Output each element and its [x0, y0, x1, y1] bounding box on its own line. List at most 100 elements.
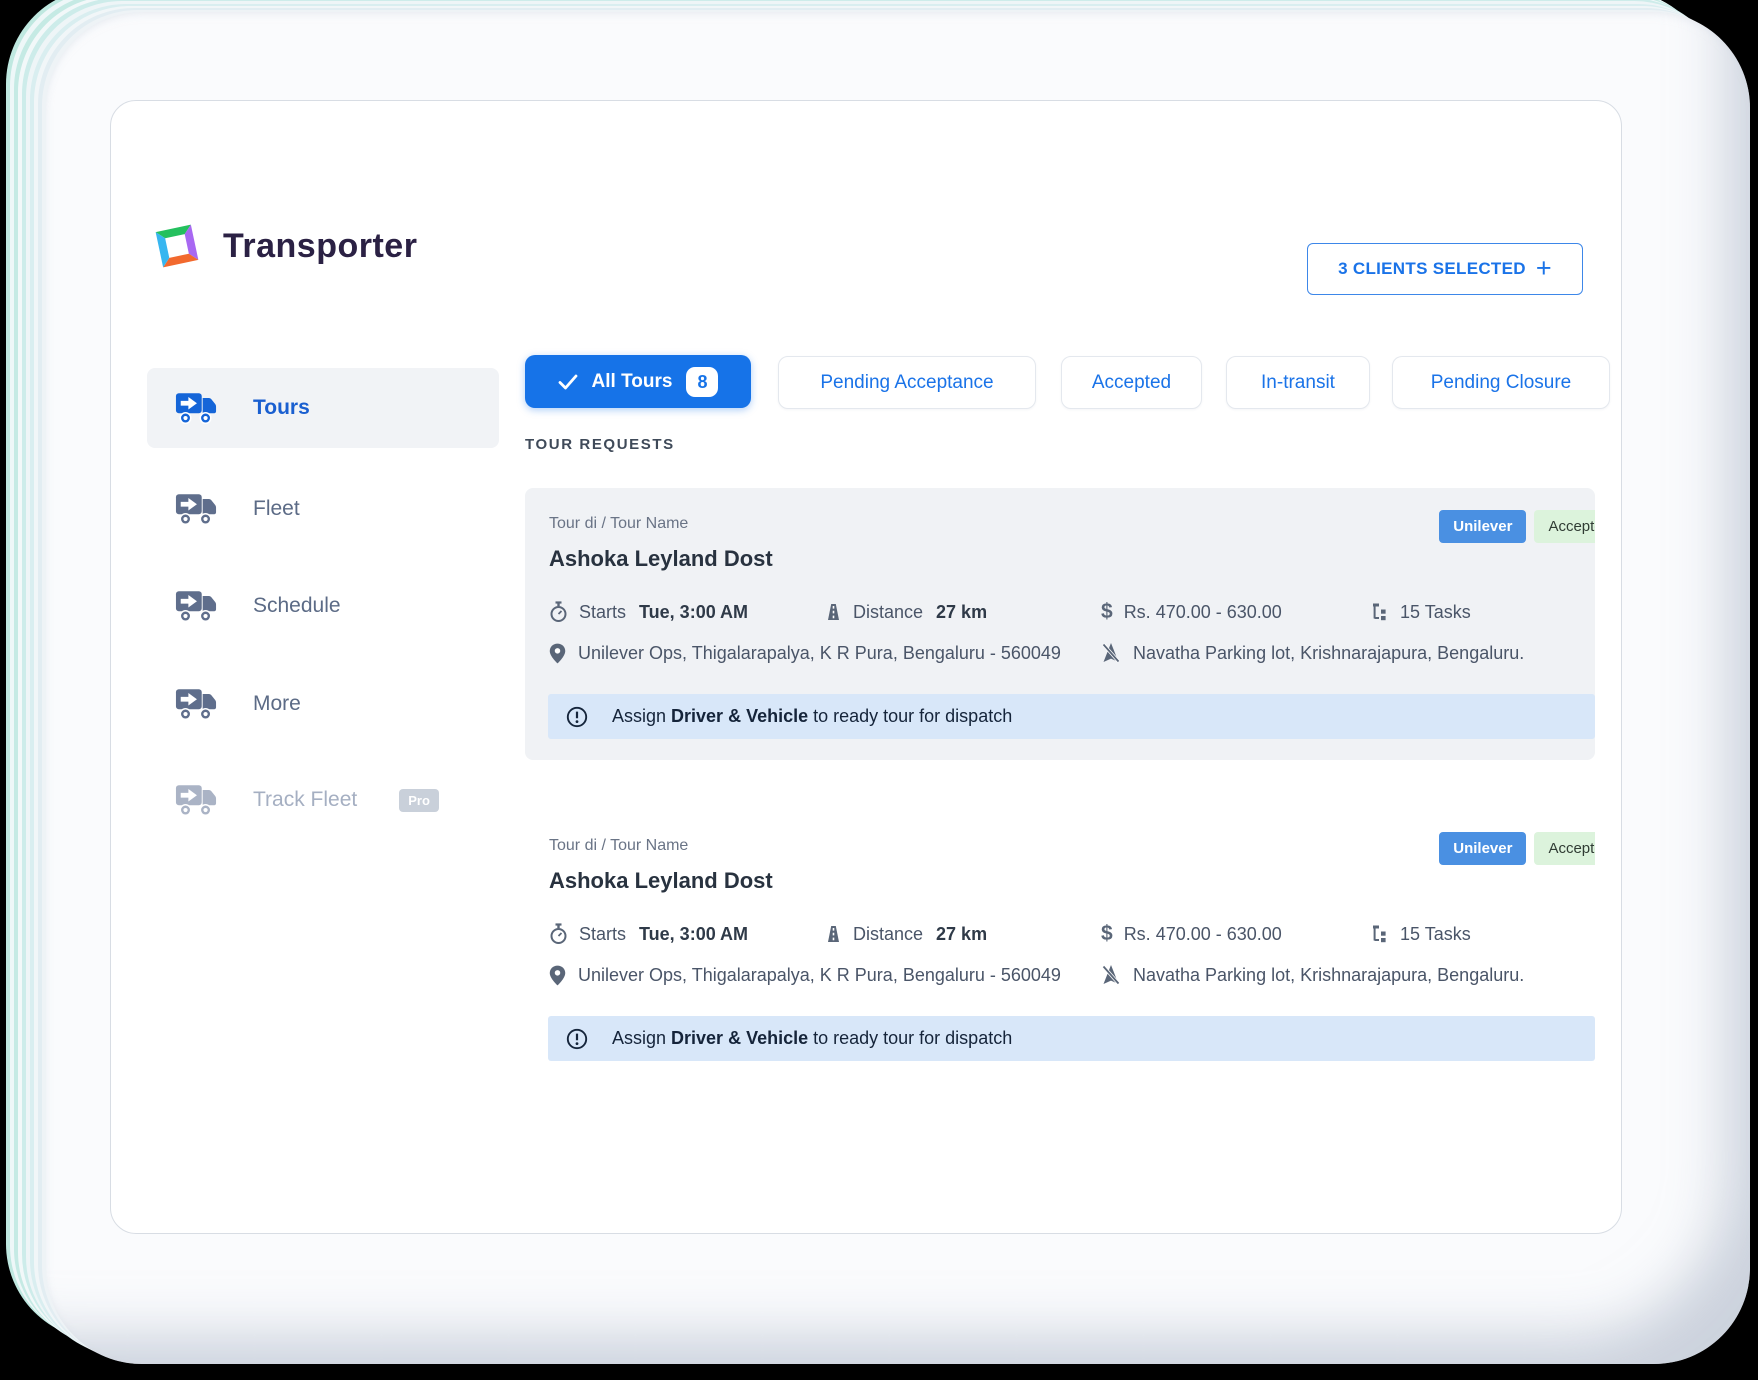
banner-bold: Driver & Vehicle — [671, 1028, 808, 1048]
starts-detail: Starts Tue, 3:00 AM — [549, 923, 825, 945]
truck-icon — [175, 392, 217, 425]
alert-icon — [566, 706, 588, 728]
location-row: Unilever Ops, Thigalarapalya, K R Pura, … — [549, 642, 1571, 664]
distance-detail: Distance 27 km — [825, 923, 1101, 945]
tab-in-transit[interactable]: In-transit — [1226, 356, 1370, 409]
location-row: Unilever Ops, Thigalarapalya, K R Pura, … — [549, 964, 1571, 986]
check-icon — [558, 374, 578, 390]
stopwatch-icon — [549, 601, 568, 623]
starts-value: Tue, 3:00 AM — [639, 601, 748, 623]
sidebar-item-fleet[interactable]: Fleet — [147, 478, 499, 540]
plus-icon: + — [1536, 255, 1552, 282]
truck-icon — [175, 493, 217, 526]
pickup-text: Unilever Ops, Thigalarapalya, K R Pura, … — [578, 964, 1061, 986]
price-value: Rs. 470.00 - 630.00 — [1124, 601, 1282, 623]
location-off-icon — [1101, 642, 1121, 664]
banner-prefix: Assign — [612, 706, 666, 726]
drop-location: Navatha Parking lot, Krishnarajapura, Be… — [1101, 642, 1524, 664]
sidebar-item-label: More — [253, 692, 301, 716]
tab-pending-closure[interactable]: Pending Closure — [1392, 356, 1610, 409]
drop-text: Navatha Parking lot, Krishnarajapura, Be… — [1133, 964, 1524, 986]
app-logo-icon — [153, 221, 201, 271]
sidebar-item-label: Fleet — [253, 497, 300, 521]
sidebar-item-track-fleet[interactable]: Track Fleet Pro — [147, 769, 499, 831]
tasks-detail: 15 Tasks — [1372, 601, 1471, 623]
starts-label: Starts — [579, 601, 626, 623]
distance-value: 27 km — [936, 601, 987, 623]
app-screen: Transporter 3 CLIENTS SELECTED + Tours — [110, 100, 1622, 1234]
distance-label: Distance — [853, 923, 923, 945]
starts-value: Tue, 3:00 AM — [639, 923, 748, 945]
tour-id-label: Tour di / Tour Name — [549, 836, 1571, 855]
tab-all-tours[interactable]: All Tours 8 — [525, 355, 751, 408]
sidebar-item-more[interactable]: More — [147, 673, 499, 735]
clients-selected-button[interactable]: 3 CLIENTS SELECTED + — [1307, 243, 1583, 295]
price-value: Rs. 470.00 - 630.00 — [1124, 923, 1282, 945]
assign-banner: AssignDriver & Vehicleto ready tour for … — [548, 694, 1595, 739]
tour-name: Ashoka Leyland Dost — [549, 868, 1571, 894]
sidebar-item-label: Track Fleet — [253, 788, 357, 812]
assign-banner: AssignDriver & Vehicleto ready tour for … — [548, 1016, 1595, 1061]
banner-bold: Driver & Vehicle — [671, 706, 808, 726]
banner-suffix: to ready tour for dispatch — [813, 706, 1012, 726]
tasks-value: 15 Tasks — [1400, 923, 1471, 945]
price-detail: $ Rs. 470.00 - 630.00 — [1101, 601, 1372, 623]
tour-name: Ashoka Leyland Dost — [549, 546, 1571, 572]
section-title: TOUR REQUESTS — [525, 436, 675, 453]
sidebar-item-label: Tours — [253, 396, 310, 420]
clients-selected-label: 3 CLIENTS SELECTED — [1338, 259, 1526, 279]
tab-accepted[interactable]: Accepted — [1061, 356, 1202, 409]
tab-label: All Tours — [592, 371, 673, 393]
detail-row: Starts Tue, 3:00 AM Distance 27 km $ Rs.… — [549, 923, 1571, 945]
currency-icon: $ — [1101, 923, 1113, 945]
status-badge: Accepted — [1534, 510, 1595, 543]
map-pin-icon — [549, 965, 566, 986]
distance-value: 27 km — [936, 923, 987, 945]
starts-detail: Starts Tue, 3:00 AM — [549, 601, 825, 623]
client-badge: Unilever — [1439, 832, 1526, 865]
brand: Transporter — [153, 221, 417, 271]
distance-label: Distance — [853, 601, 923, 623]
sidebar-item-schedule[interactable]: Schedule — [147, 575, 499, 637]
banner-prefix: Assign — [612, 1028, 666, 1048]
badge-row: Unilever Accepted — [1439, 832, 1595, 865]
badge-row: Unilever Accepted — [1439, 510, 1595, 543]
stopwatch-icon — [549, 923, 568, 945]
tasks-icon — [1372, 603, 1389, 621]
sidebar-item-label: Schedule — [253, 594, 341, 618]
drop-location: Navatha Parking lot, Krishnarajapura, Be… — [1101, 964, 1524, 986]
tab-label: Pending Closure — [1431, 372, 1571, 394]
page-title: Transporter — [223, 227, 417, 266]
alert-icon — [566, 1028, 588, 1050]
tasks-icon — [1372, 925, 1389, 943]
sidebar-item-tours[interactable]: Tours — [147, 368, 499, 448]
tasks-value: 15 Tasks — [1400, 601, 1471, 623]
client-badge: Unilever — [1439, 510, 1526, 543]
detail-row: Starts Tue, 3:00 AM Distance 27 km $ Rs.… — [549, 601, 1571, 623]
truck-icon — [175, 784, 217, 817]
pickup-location: Unilever Ops, Thigalarapalya, K R Pura, … — [549, 964, 1101, 986]
banner-suffix: to ready tour for dispatch — [813, 1028, 1012, 1048]
tab-label: Pending Acceptance — [820, 372, 993, 394]
drop-text: Navatha Parking lot, Krishnarajapura, Be… — [1133, 642, 1524, 664]
pro-badge: Pro — [399, 789, 439, 812]
tour-id-label: Tour di / Tour Name — [549, 514, 1571, 533]
map-pin-icon — [549, 643, 566, 664]
tab-label: In-transit — [1261, 372, 1335, 394]
tour-card[interactable]: Unilever Accepted Tour di / Tour Name As… — [525, 488, 1595, 760]
truck-icon — [175, 590, 217, 623]
tab-pending-acceptance[interactable]: Pending Acceptance — [778, 356, 1036, 409]
location-off-icon — [1101, 964, 1121, 986]
pickup-text: Unilever Ops, Thigalarapalya, K R Pura, … — [578, 642, 1061, 664]
assign-banner-text: AssignDriver & Vehicleto ready tour for … — [612, 706, 1012, 727]
distance-detail: Distance 27 km — [825, 601, 1101, 623]
tour-card[interactable]: Unilever Accepted Tour di / Tour Name As… — [525, 810, 1595, 1083]
truck-icon — [175, 688, 217, 721]
pickup-location: Unilever Ops, Thigalarapalya, K R Pura, … — [549, 642, 1101, 664]
price-detail: $ Rs. 470.00 - 630.00 — [1101, 923, 1372, 945]
assign-banner-text: AssignDriver & Vehicleto ready tour for … — [612, 1028, 1012, 1049]
road-icon — [825, 603, 842, 621]
road-icon — [825, 925, 842, 943]
starts-label: Starts — [579, 923, 626, 945]
currency-icon: $ — [1101, 601, 1113, 623]
